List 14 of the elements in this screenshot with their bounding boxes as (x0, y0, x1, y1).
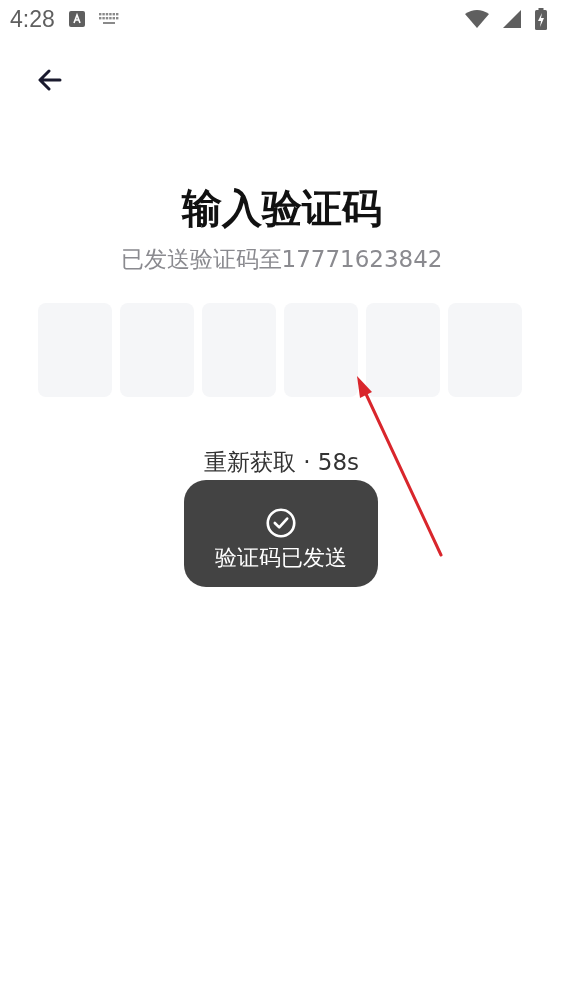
back-arrow-icon (38, 69, 62, 91)
code-input-box[interactable] (284, 303, 358, 397)
phone-sent-subtitle: 已发送验证码至17771623842 (119, 245, 444, 274)
status-time: 4:28 (10, 5, 55, 33)
wifi-icon (465, 10, 489, 28)
battery-icon (535, 8, 547, 30)
check-circle-icon (266, 508, 296, 538)
keyboard-icon (98, 13, 119, 25)
page-title: 输入验证码 (180, 184, 383, 233)
signal-icon (503, 10, 521, 28)
code-input-box[interactable] (366, 303, 440, 397)
toast-message: 验证码已发送 (215, 544, 347, 572)
keyboard-language-icon (68, 11, 85, 27)
resend-countdown: 重新获取 · 58s (203, 448, 360, 477)
